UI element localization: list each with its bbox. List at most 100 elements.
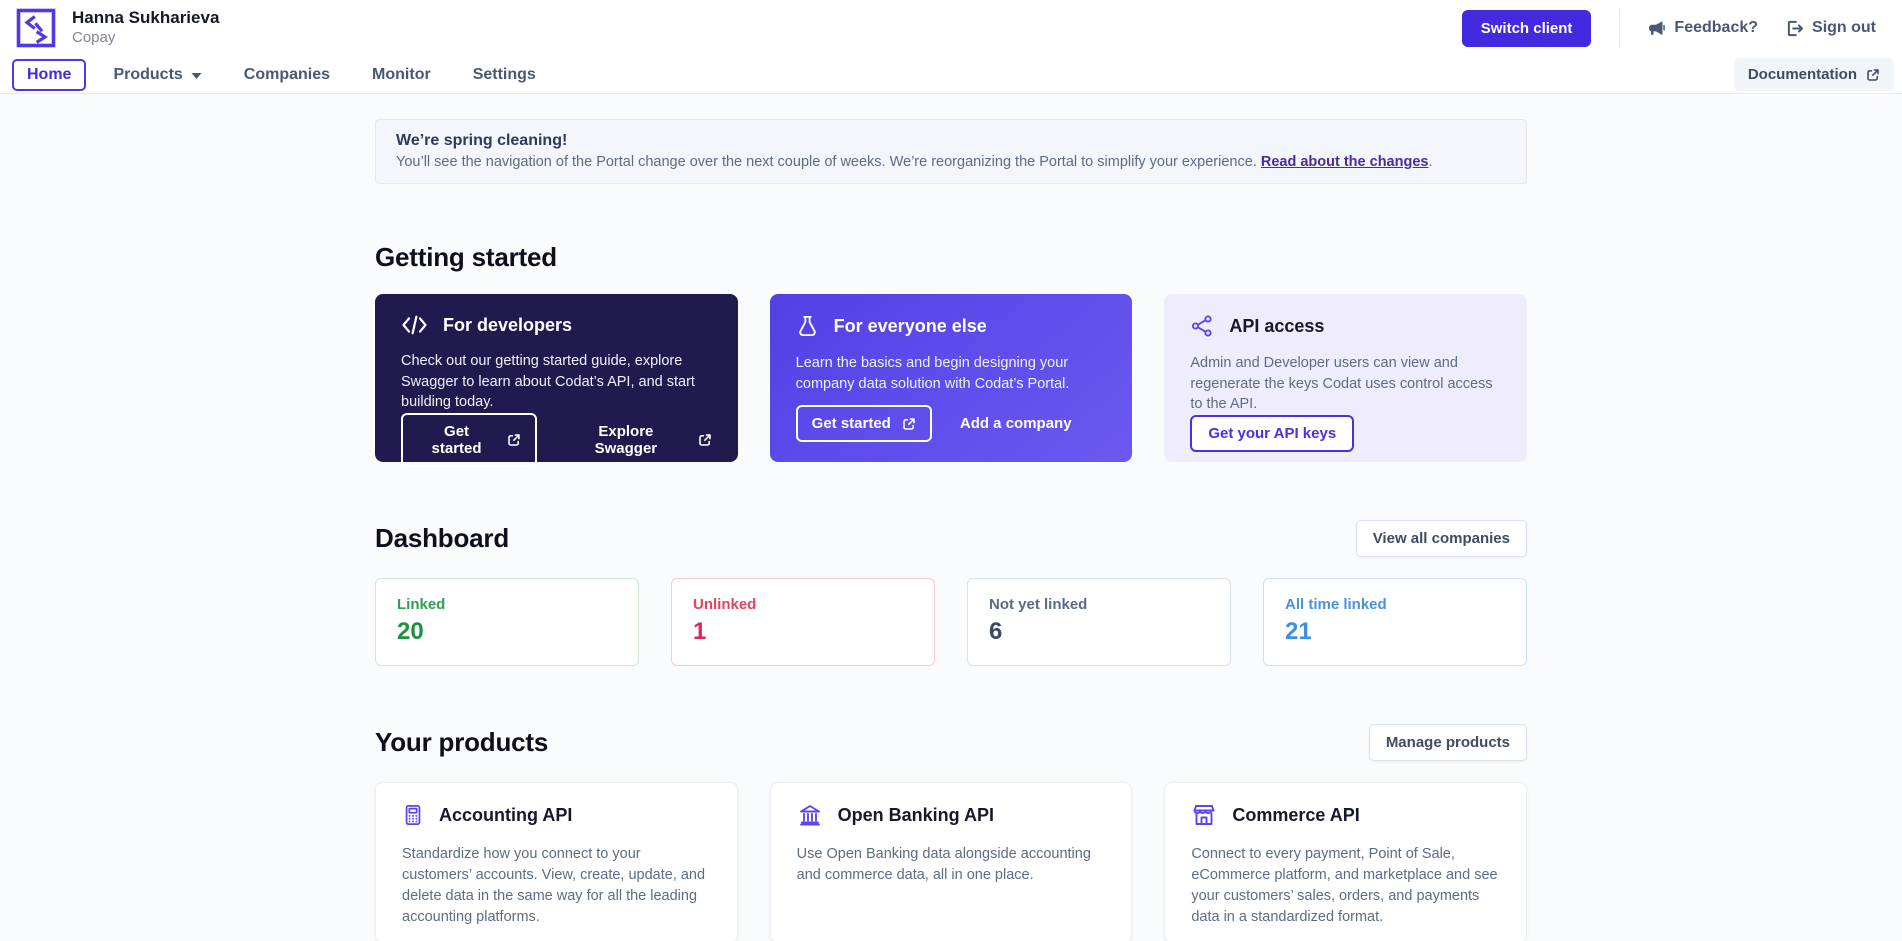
explore-swagger-button[interactable]: Explore Swagger xyxy=(565,423,712,457)
stat-value: 20 xyxy=(397,618,424,645)
stat-label: All time linked xyxy=(1285,596,1387,613)
explore-swagger-label: Explore Swagger xyxy=(594,422,658,457)
code-icon xyxy=(401,314,428,336)
get-started-label: Get started xyxy=(431,422,482,457)
chevron-down-icon xyxy=(191,72,202,80)
card-body-text: Use Open Banking data alongside accounti… xyxy=(796,846,1091,884)
banner-title: We’re spring cleaning! xyxy=(396,132,568,149)
documentation-link[interactable]: Documentation xyxy=(1733,58,1894,91)
documentation-label: Documentation xyxy=(1747,66,1857,83)
nav-item-products[interactable]: Products xyxy=(98,59,216,91)
stat-card-unlinked: Unlinked 1 xyxy=(671,578,935,666)
card-head: Accounting API xyxy=(402,803,711,827)
add-a-company-label: Add a company xyxy=(959,415,1072,432)
accounting-api-card: Accounting API Standardize how you conne… xyxy=(375,782,738,941)
get-started-button[interactable]: Get started xyxy=(795,405,932,442)
add-a-company-button[interactable]: Add a company xyxy=(960,415,1072,432)
dashboard-heading: Dashboard xyxy=(375,523,510,553)
announcement-banner: We’re spring cleaning! You’ll see the na… xyxy=(375,119,1527,184)
card-title: Open Banking API xyxy=(837,804,995,825)
flask-icon xyxy=(796,314,819,338)
getting-started-heading: Getting started xyxy=(375,242,557,272)
dashboard-stats: Linked 20 Unlinked 1 Not yet linked 6 Al… xyxy=(375,578,1527,666)
for-everyone-else-card: For everyone else Learn the basics and b… xyxy=(769,294,1133,462)
commerce-api-card: Commerce API Connect to every payment, P… xyxy=(1164,782,1527,941)
card-head: Open Banking API xyxy=(797,803,1106,827)
api-access-card: API access Admin and Developer users can… xyxy=(1164,294,1527,462)
card-head: For developers xyxy=(401,314,712,336)
banner-body-text: You’ll see the navigation of the Portal … xyxy=(396,154,1261,170)
card-body-text: Check out our getting started guide, exp… xyxy=(401,353,695,411)
banner-body: You’ll see the navigation of the Portal … xyxy=(396,154,1506,170)
card-body-text: Learn the basics and begin designing you… xyxy=(795,355,1070,392)
card-head: For everyone else xyxy=(796,314,1107,338)
nav-item-monitor[interactable]: Monitor xyxy=(357,59,446,91)
switch-client-button[interactable]: Switch client xyxy=(1461,9,1592,47)
header-right: Switch client Feedback? Sign out xyxy=(1461,9,1876,47)
nav-left: Home Products Companies Monitor Settings xyxy=(12,56,551,93)
app-header: Hanna Sukharieva Copay Switch client Fee… xyxy=(0,0,1902,56)
stat-value: 1 xyxy=(693,618,707,645)
card-actions: Get started Explore Swagger xyxy=(401,412,712,467)
card-actions: Get your API keys xyxy=(1190,414,1501,452)
storefront-icon xyxy=(1191,803,1217,827)
card-title: For developers xyxy=(443,314,573,335)
card-head: Commerce API xyxy=(1191,803,1500,827)
header-left: Hanna Sukharieva Copay xyxy=(16,8,219,48)
nav-item-companies[interactable]: Companies xyxy=(229,59,345,91)
external-link-icon xyxy=(902,417,916,431)
view-all-companies-button[interactable]: View all companies xyxy=(1355,520,1527,557)
dashboard-section: Dashboard View all companies Linked 20 U… xyxy=(375,520,1527,666)
nav-item-home[interactable]: Home xyxy=(12,58,87,91)
sign-out-button[interactable]: Sign out xyxy=(1786,19,1876,37)
feedback-button[interactable]: Feedback? xyxy=(1648,19,1758,37)
open-banking-api-card: Open Banking API Use Open Banking data a… xyxy=(769,782,1133,941)
nav-item-settings[interactable]: Settings xyxy=(458,59,551,91)
stat-label: Not yet linked xyxy=(989,596,1088,613)
card-title: Commerce API xyxy=(1232,804,1360,825)
stat-card-all-time-linked: All time linked 21 xyxy=(1263,578,1527,666)
stat-card-not-yet-linked: Not yet linked 6 xyxy=(967,578,1231,666)
read-about-changes-link[interactable]: Read about the changes xyxy=(1261,154,1429,170)
dashboard-heading-row: Dashboard View all companies xyxy=(375,520,1527,557)
card-body-text: Standardize how you connect to your cust… xyxy=(402,846,706,926)
nav-item-products-label: Products xyxy=(113,65,183,83)
share-nodes-icon xyxy=(1190,314,1214,338)
for-developers-card: For developers Check out our getting sta… xyxy=(375,294,738,467)
stat-value: 21 xyxy=(1285,618,1312,645)
card-title: API access xyxy=(1229,315,1325,336)
products-heading-row: Your products Manage products xyxy=(375,724,1527,761)
your-products-section: Your products Manage products Accounting… xyxy=(375,724,1527,941)
card-title: Accounting API xyxy=(439,804,573,825)
sign-out-icon xyxy=(1786,20,1803,37)
stat-card-linked: Linked 20 xyxy=(375,578,639,666)
user-block: Hanna Sukharieva Copay xyxy=(72,8,219,47)
getting-started-section: Getting started For developers Check out… xyxy=(375,242,1527,467)
get-api-keys-button[interactable]: Get your API keys xyxy=(1190,414,1355,452)
manage-products-button[interactable]: Manage products xyxy=(1368,724,1527,761)
card-actions: Get started Add a company xyxy=(795,405,1107,442)
user-name: Hanna Sukharieva xyxy=(72,8,220,28)
get-started-button[interactable]: Get started xyxy=(401,412,538,467)
card-body-text: Admin and Developer users can view and r… xyxy=(1190,355,1493,413)
client-name: Copay xyxy=(72,28,116,46)
external-link-icon xyxy=(1866,68,1880,82)
stat-value: 6 xyxy=(989,618,1003,645)
card-head: API access xyxy=(1190,314,1501,338)
bank-icon xyxy=(797,803,823,827)
primary-nav: Home Products Companies Monitor Settings… xyxy=(0,56,1902,94)
codat-logo-icon[interactable] xyxy=(16,8,56,48)
header-divider xyxy=(1619,10,1621,46)
external-link-icon xyxy=(698,433,712,447)
external-link-icon xyxy=(507,433,521,447)
card-body-text: Connect to every payment, Point of Sale,… xyxy=(1191,846,1498,926)
your-products-heading: Your products xyxy=(375,727,549,757)
stat-label: Linked xyxy=(397,596,446,613)
main-content: We’re spring cleaning! You’ll see the na… xyxy=(375,119,1527,941)
banner-suffix: . xyxy=(1428,154,1433,170)
get-started-label: Get started xyxy=(811,415,891,432)
product-cards: Accounting API Standardize how you conne… xyxy=(375,782,1527,941)
feedback-label: Feedback? xyxy=(1674,19,1759,36)
sign-out-label: Sign out xyxy=(1812,19,1876,36)
megaphone-icon xyxy=(1648,20,1666,37)
